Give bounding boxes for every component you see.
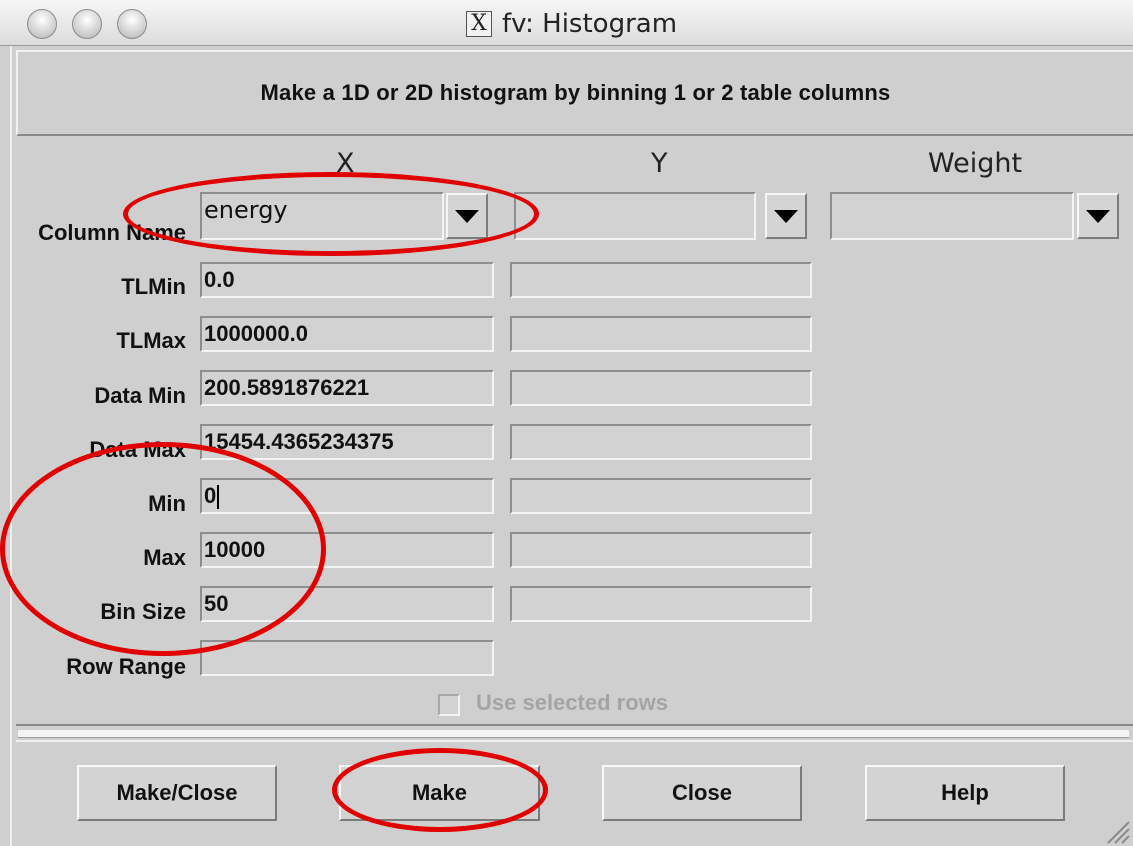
x-data-max-field[interactable]: 15454.4365234375 [200,424,494,460]
weight-column-name-input[interactable] [830,192,1074,240]
x-tlmin-field[interactable]: 0.0 [200,262,494,298]
label-data-min: Data Min [94,383,186,408]
help-button[interactable]: Help [865,765,1065,821]
chevron-down-icon [774,209,798,223]
description-text: Make a 1D or 2D histogram by binning 1 o… [260,80,891,105]
y-tlmax-field[interactable] [510,316,812,352]
x-bin-size-field[interactable]: 50 [200,586,494,622]
y-data-min-field[interactable] [510,370,812,406]
x-column-name-input[interactable]: energy [200,192,444,240]
window-title-group: X fv: Histogram [466,9,677,39]
x-row-range-field[interactable] [200,640,494,676]
y-column-header: Y [651,148,668,179]
y-min-field[interactable] [510,478,812,514]
make-close-button[interactable]: Make/Close [77,765,277,821]
label-tlmax: TLMax [116,328,186,353]
title-bar: X fv: Histogram [0,0,1133,46]
x-data-min-field[interactable]: 200.5891876221 [200,370,494,406]
y-data-max-field[interactable] [510,424,812,460]
window-title: fv: Histogram [502,9,678,39]
weight-column-dropdown-button[interactable] [1077,193,1119,239]
y-column-name-input[interactable] [514,192,756,240]
x-column-header: X [336,148,355,179]
label-column-name: Column Name [38,220,186,245]
chevron-down-icon [1086,209,1110,223]
label-row-range: Row Range [66,654,186,679]
resize-grip-icon[interactable] [1100,814,1130,844]
y-tlmin-field[interactable] [510,262,812,298]
x-min-value: 0 [204,483,217,508]
weight-column-header: Weight [928,148,1023,179]
label-data-max: Data Max [89,437,186,462]
use-selected-rows-label: Use selected rows [476,690,668,715]
minimize-window-button[interactable] [72,9,102,39]
separator-groove [18,730,1129,738]
label-min: Min [148,491,186,516]
description-panel: Make a 1D or 2D histogram by binning 1 o… [16,50,1133,136]
close-window-button[interactable] [27,9,57,39]
x-column-dropdown-button[interactable] [446,193,488,239]
close-button[interactable]: Close [602,765,802,821]
make-button[interactable]: Make [339,765,540,821]
y-column-dropdown-button[interactable] [765,193,807,239]
chevron-down-icon [455,209,479,223]
y-max-field[interactable] [510,532,812,568]
use-selected-rows-checkbox[interactable] [438,694,460,716]
label-max: Max [143,545,186,570]
x-min-field[interactable]: 0 [200,478,494,514]
y-bin-size-field[interactable] [510,586,812,622]
x11-icon: X [466,11,492,37]
label-tlmin: TLMin [121,274,186,299]
x-max-field[interactable]: 10000 [200,532,494,568]
x-tlmax-field[interactable]: 1000000.0 [200,316,494,352]
separator [16,724,1133,742]
zoom-window-button[interactable] [117,9,147,39]
text-caret [217,485,220,510]
label-bin-size: Bin Size [100,599,186,624]
